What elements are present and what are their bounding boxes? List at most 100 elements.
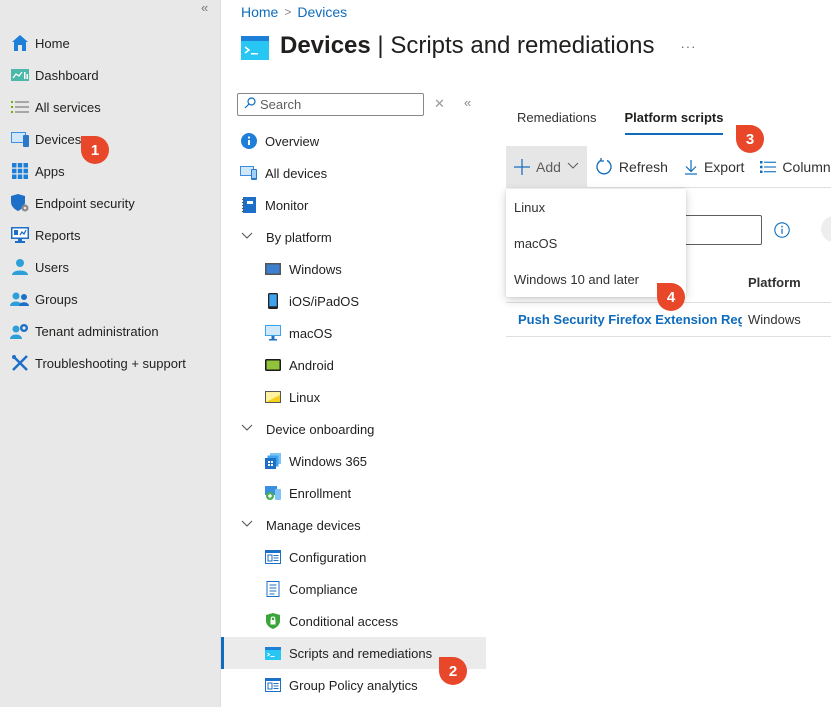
global-nav-label: Dashboard bbox=[35, 67, 99, 83]
sec-nav-group-manage-devices[interactable]: Manage devices bbox=[221, 509, 486, 541]
more-options-button[interactable]: ··· bbox=[680, 39, 696, 54]
sec-nav-label: Android bbox=[289, 357, 334, 373]
global-nav-label: Reports bbox=[35, 227, 81, 243]
global-nav-item-all-services[interactable]: All services bbox=[0, 91, 220, 123]
sec-nav-label: Compliance bbox=[289, 581, 358, 597]
sec-nav-label: Configuration bbox=[289, 549, 367, 565]
chevron-down-icon bbox=[567, 161, 579, 173]
tab-remediations[interactable]: Remediations bbox=[517, 110, 597, 135]
sec-nav-label: Enrollment bbox=[289, 485, 352, 501]
global-nav-label: Troubleshooting + support bbox=[35, 355, 186, 371]
sec-nav-label: Conditional access bbox=[289, 613, 399, 629]
sec-nav-label: Monitor bbox=[265, 197, 309, 213]
sec-nav-label: Overview bbox=[265, 133, 320, 149]
global-nav-label: Devices bbox=[35, 131, 82, 147]
configuration-icon bbox=[264, 548, 282, 566]
global-nav-item-reports[interactable]: Reports bbox=[0, 219, 220, 251]
group-icon bbox=[10, 289, 30, 309]
global-nav-label: Groups bbox=[35, 291, 78, 307]
enrollment-icon bbox=[264, 484, 282, 502]
user-icon bbox=[10, 257, 30, 277]
sec-nav-item-configuration[interactable]: Configuration bbox=[221, 541, 486, 573]
global-nav-item-users[interactable]: Users bbox=[0, 251, 220, 283]
chevron-down-icon bbox=[241, 231, 259, 243]
sec-nav-group-by-platform[interactable]: By platform bbox=[221, 221, 486, 253]
breadcrumb-separator: > bbox=[284, 5, 292, 19]
global-nav-item-troubleshooting[interactable]: Troubleshooting + support bbox=[0, 347, 220, 379]
sec-nav-item-windows-365[interactable]: Windows 365 bbox=[221, 445, 486, 477]
tools-icon bbox=[10, 353, 30, 373]
global-nav-label: Home bbox=[35, 35, 70, 51]
compliance-icon bbox=[264, 580, 282, 598]
menu-item-linux[interactable]: Linux bbox=[506, 189, 686, 225]
global-nav-label: Users bbox=[35, 259, 69, 275]
sec-nav-label: Windows 365 bbox=[289, 453, 368, 469]
shield-gear-icon bbox=[10, 193, 30, 213]
global-nav-item-endpoint-security[interactable]: Endpoint security bbox=[0, 187, 220, 219]
sec-nav-item-ios[interactable]: iOS/iPadOS bbox=[221, 285, 486, 317]
global-nav-label: All services bbox=[35, 99, 101, 115]
global-nav-item-apps[interactable]: Apps bbox=[0, 155, 220, 187]
sec-nav-item-monitor[interactable]: Monitor bbox=[221, 189, 486, 221]
export-button[interactable]: Export bbox=[676, 146, 752, 188]
script-name-link[interactable]: Push Security Firefox Extension Regis bbox=[506, 312, 742, 327]
sec-nav-item-compliance[interactable]: Compliance bbox=[221, 573, 486, 605]
export-label: Export bbox=[703, 158, 745, 175]
breadcrumb-devices[interactable]: Devices bbox=[297, 4, 347, 20]
columns-label: Columns bbox=[782, 158, 831, 175]
phone-icon bbox=[264, 292, 282, 310]
android-device-icon bbox=[264, 356, 282, 374]
columns-list-icon bbox=[760, 160, 777, 174]
add-dropdown-menu: Linux macOS Windows 10 and later bbox=[506, 189, 686, 297]
breadcrumb-home[interactable]: Home bbox=[241, 4, 278, 20]
home-icon bbox=[10, 33, 30, 53]
search-input[interactable] bbox=[260, 97, 410, 112]
global-nav-label: Tenant administration bbox=[35, 323, 159, 339]
sec-nav-item-all-devices[interactable]: All devices bbox=[221, 157, 486, 189]
windows-device-icon bbox=[264, 260, 282, 278]
sec-nav-item-linux[interactable]: Linux bbox=[221, 381, 486, 413]
collapse-menu-icon[interactable]: « bbox=[464, 95, 471, 110]
sec-nav-item-android[interactable]: Android bbox=[221, 349, 486, 381]
sec-nav-item-conditional-access[interactable]: Conditional access bbox=[221, 605, 486, 637]
add-button[interactable]: Add bbox=[506, 145, 587, 188]
global-nav: « Home Dashboard All services Devices Ap… bbox=[0, 0, 221, 707]
collapse-nav-icon[interactable]: « bbox=[201, 0, 208, 15]
toolbar: Add Refresh Export Columns bbox=[506, 145, 831, 188]
refresh-label: Refresh bbox=[618, 158, 668, 175]
global-nav-item-dashboard[interactable]: Dashboard bbox=[0, 59, 220, 91]
info-icon[interactable] bbox=[774, 222, 790, 241]
terminal-icon bbox=[264, 644, 282, 662]
dashboard-icon bbox=[10, 65, 30, 85]
global-nav-item-home[interactable]: Home bbox=[0, 27, 220, 59]
clear-search-icon[interactable]: ✕ bbox=[434, 96, 445, 112]
refresh-button[interactable]: Refresh bbox=[587, 146, 676, 188]
menu-item-macos[interactable]: macOS bbox=[506, 225, 686, 261]
filter-search-input[interactable] bbox=[676, 215, 762, 245]
secondary-nav: ✕ « Overview All devices Monitor By plat… bbox=[221, 88, 486, 707]
sec-nav-label: Scripts and remediations bbox=[289, 645, 433, 661]
configuration-icon bbox=[264, 676, 282, 694]
filter-pill-button[interactable] bbox=[821, 216, 831, 242]
page-title: Devices | Scripts and remediations bbox=[280, 32, 655, 59]
sec-nav-item-enrollment[interactable]: Enrollment bbox=[221, 477, 486, 509]
global-nav-item-devices[interactable]: Devices bbox=[0, 123, 220, 155]
linux-device-icon bbox=[264, 388, 282, 406]
sec-nav-group-device-onboarding[interactable]: Device onboarding bbox=[221, 413, 486, 445]
tab-platform-scripts[interactable]: Platform scripts bbox=[624, 110, 723, 135]
global-nav-item-tenant-administration[interactable]: Tenant administration bbox=[0, 315, 220, 347]
script-platform: Windows bbox=[748, 312, 801, 327]
sec-nav-item-macos[interactable]: macOS bbox=[221, 317, 486, 349]
columns-button[interactable]: Columns bbox=[752, 146, 831, 188]
search-box bbox=[237, 93, 424, 116]
plus-icon bbox=[514, 158, 530, 175]
download-icon bbox=[684, 159, 698, 175]
column-header-platform[interactable]: Platform bbox=[742, 275, 801, 290]
sec-nav-item-overview[interactable]: Overview bbox=[221, 125, 486, 157]
sec-nav-item-windows[interactable]: Windows bbox=[221, 253, 486, 285]
global-nav-item-groups[interactable]: Groups bbox=[0, 283, 220, 315]
global-nav-label: Endpoint security bbox=[35, 195, 135, 211]
refresh-icon bbox=[595, 157, 613, 176]
tenant-admin-icon bbox=[10, 321, 30, 341]
sec-nav-label: All devices bbox=[265, 165, 328, 181]
